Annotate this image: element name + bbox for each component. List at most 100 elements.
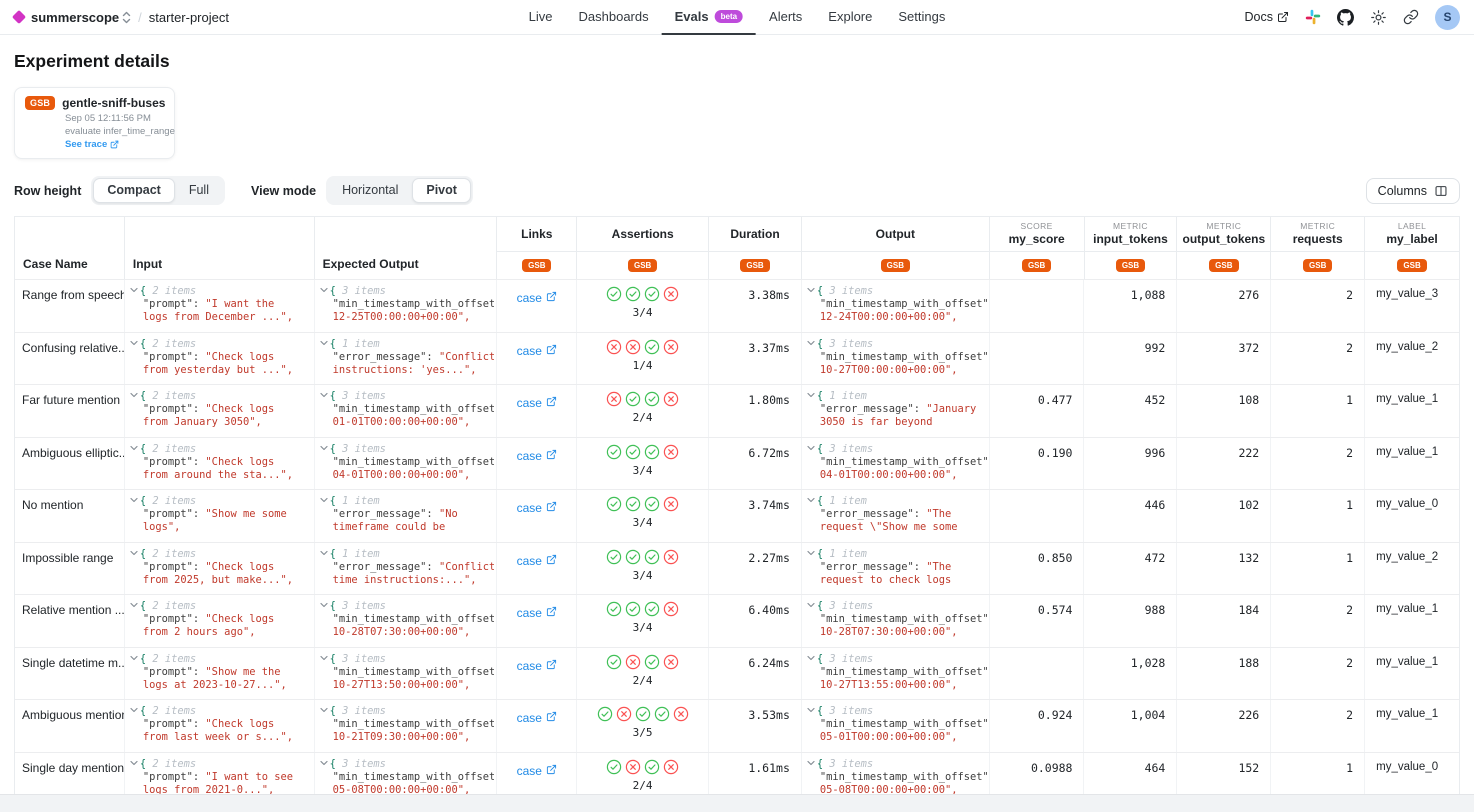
chevron-down-icon[interactable] <box>807 707 815 713</box>
tab-explore[interactable]: Explore <box>815 0 885 35</box>
json-key: "min_timestamp_with_offset" <box>820 613 987 625</box>
chevron-down-icon[interactable] <box>130 497 138 503</box>
json-item-count: 2 items <box>152 338 196 350</box>
chevron-down-icon[interactable] <box>807 340 815 346</box>
json-collapse-line: { 3 items <box>807 443 987 456</box>
beta-badge: beta <box>715 10 743 23</box>
chevron-down-icon[interactable] <box>320 392 328 398</box>
column-header-assertions[interactable]: AssertionsGSB <box>577 217 709 279</box>
table-row[interactable]: Single datetime m...{ 2 items"prompt": "… <box>15 647 1459 700</box>
column-header-requests[interactable]: METRICrequestsGSB <box>1271 217 1365 279</box>
chevron-down-icon[interactable] <box>130 445 138 451</box>
chevron-down-icon[interactable] <box>320 602 328 608</box>
table-row[interactable]: Impossible range{ 2 items"prompt": "Chec… <box>15 542 1459 595</box>
input-tokens-cell: 1,088 <box>1084 280 1177 332</box>
horizontal-scrollbar-track[interactable] <box>0 794 1474 812</box>
tab-live[interactable]: Live <box>516 0 566 35</box>
case-trace-link[interactable]: case <box>517 554 557 595</box>
assertions-cell: 1/4 <box>577 333 709 385</box>
score-cell <box>990 280 1085 332</box>
chevron-down-icon[interactable] <box>320 655 328 661</box>
column-header-duration[interactable]: DurationGSB <box>709 217 802 279</box>
view-mode-option-pivot[interactable]: Pivot <box>412 178 471 203</box>
columns-button[interactable]: Columns <box>1366 178 1460 204</box>
chevron-down-icon[interactable] <box>807 602 815 608</box>
chevron-down-icon[interactable] <box>320 760 328 766</box>
case-trace-link[interactable]: case <box>517 501 557 542</box>
table-row[interactable]: No mention{ 2 items"prompt": "Show me so… <box>15 489 1459 542</box>
chevron-down-icon[interactable] <box>807 497 815 503</box>
chevron-down-icon[interactable] <box>130 287 138 293</box>
row-height-option-full[interactable]: Full <box>175 178 223 203</box>
chevron-down-icon[interactable] <box>320 550 328 556</box>
chevron-down-icon[interactable] <box>807 287 815 293</box>
json-collapse-line: { 3 items <box>320 705 495 718</box>
external-link-icon <box>546 501 557 512</box>
chevron-down-icon[interactable] <box>807 392 815 398</box>
column-header-my_label[interactable]: LABELmy_labelGSB <box>1365 217 1459 279</box>
row-height-option-compact[interactable]: Compact <box>93 178 174 203</box>
table-row[interactable]: Range from speech{ 2 items"prompt": "I w… <box>15 279 1459 332</box>
column-header-links[interactable]: LinksGSB <box>497 217 577 279</box>
case-trace-link[interactable]: case <box>517 606 557 647</box>
slack-button[interactable] <box>1305 9 1321 25</box>
column-header-expected[interactable]: Expected Output <box>315 217 498 279</box>
case-trace-link[interactable]: case <box>517 291 557 332</box>
json-open-brace: { <box>817 285 830 297</box>
chevron-down-icon[interactable] <box>320 287 328 293</box>
chevron-down-icon[interactable] <box>320 445 328 451</box>
chevron-down-icon[interactable] <box>320 707 328 713</box>
column-header-output_tokens[interactable]: METRICoutput_tokensGSB <box>1177 217 1271 279</box>
docs-link[interactable]: Docs <box>1245 10 1289 24</box>
tab-settings[interactable]: Settings <box>885 0 958 35</box>
share-link-button[interactable] <box>1403 9 1419 25</box>
json-open-brace: { <box>330 390 343 402</box>
json-item-count: 3 items <box>829 443 873 455</box>
chevron-down-icon[interactable] <box>130 655 138 661</box>
table-row[interactable]: Confusing relative...{ 2 items"prompt": … <box>15 332 1459 385</box>
table-row[interactable]: Ambiguous mention{ 2 items"prompt": "Che… <box>15 699 1459 752</box>
chevron-down-icon[interactable] <box>130 392 138 398</box>
tab-evals[interactable]: Evalsbeta <box>662 0 756 35</box>
org-selector[interactable]: summerscope <box>31 10 131 25</box>
json-line-1: "error_message": "Conflicti <box>320 351 495 364</box>
chevron-down-icon[interactable] <box>130 707 138 713</box>
user-avatar[interactable]: S <box>1435 5 1460 30</box>
chevron-down-icon[interactable] <box>130 550 138 556</box>
json-item-count: 3 items <box>829 758 873 770</box>
json-item-count: 1 item <box>342 338 380 350</box>
chevron-down-icon[interactable] <box>807 550 815 556</box>
table-row[interactable]: Ambiguous elliptic...{ 2 items"prompt": … <box>15 437 1459 490</box>
column-header-label: Duration <box>730 227 779 241</box>
view-mode-option-horizontal[interactable]: Horizontal <box>328 178 412 203</box>
chevron-down-icon[interactable] <box>130 760 138 766</box>
case-trace-link[interactable]: case <box>517 396 557 437</box>
chevron-down-icon[interactable] <box>320 340 328 346</box>
column-kind-label: METRIC <box>1113 222 1148 231</box>
case-trace-link[interactable]: case <box>517 659 557 700</box>
chevron-down-icon[interactable] <box>807 760 815 766</box>
tab-alerts[interactable]: Alerts <box>756 0 815 35</box>
column-header-input[interactable]: Input <box>125 217 315 279</box>
column-header-input_tokens[interactable]: METRICinput_tokensGSB <box>1085 217 1178 279</box>
case-trace-link[interactable]: case <box>517 449 557 490</box>
table-row[interactable]: Far future mention{ 2 items"prompt": "Ch… <box>15 384 1459 437</box>
chevron-down-icon[interactable] <box>130 340 138 346</box>
chevron-down-icon[interactable] <box>130 602 138 608</box>
github-button[interactable] <box>1337 9 1354 26</box>
assertions-cell: 2/4 <box>577 385 709 437</box>
column-header-my_score[interactable]: SCOREmy_scoreGSB <box>990 217 1085 279</box>
chevron-down-icon[interactable] <box>320 497 328 503</box>
chevron-down-icon[interactable] <box>807 445 815 451</box>
column-header-output[interactable]: OutputGSB <box>802 217 990 279</box>
case-trace-link[interactable]: case <box>517 344 557 385</box>
case-trace-link[interactable]: case <box>517 711 557 752</box>
assertion-fail-icon <box>663 444 679 460</box>
json-value: timeframe could be <box>333 521 446 533</box>
column-header-case_name[interactable]: Case Name <box>15 217 125 279</box>
see-trace-link[interactable]: See trace <box>65 139 164 150</box>
chevron-down-icon[interactable] <box>807 655 815 661</box>
table-row[interactable]: Relative mention ...{ 2 items"prompt": "… <box>15 594 1459 647</box>
tab-dashboards[interactable]: Dashboards <box>566 0 662 35</box>
theme-toggle-button[interactable] <box>1370 9 1387 26</box>
